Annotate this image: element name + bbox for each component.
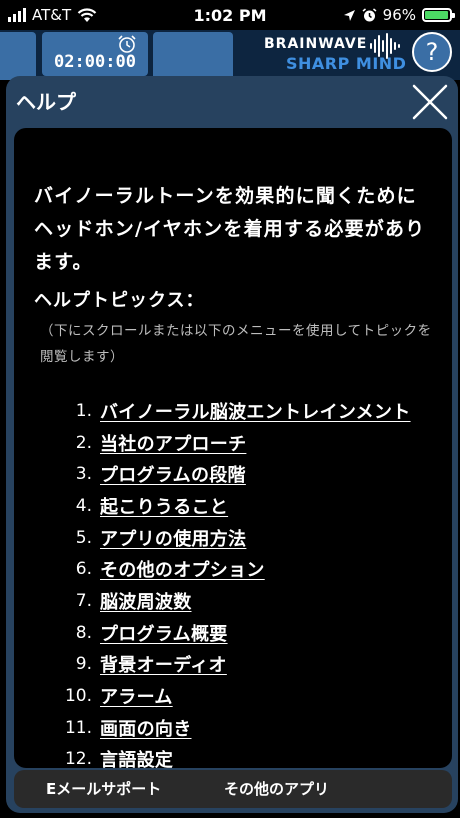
topic-number: 5. (75, 527, 92, 548)
topic-item: 1. バイノーラル脳波エントレインメント (54, 395, 411, 427)
timer-text: 02:00:00 (54, 52, 136, 72)
topic-link[interactable]: 起こりうること (100, 493, 228, 519)
topic-number: 9. (75, 654, 92, 675)
topic-link[interactable]: 画面の向き (100, 715, 192, 741)
topic-link[interactable]: プログラムの段階 (100, 461, 246, 487)
topic-link[interactable]: その他のオプション (100, 556, 265, 582)
topic-number: 7. (75, 590, 92, 611)
modal-title: ヘルプ (16, 90, 76, 114)
battery-icon (422, 8, 455, 22)
topic-number: 1. (75, 400, 92, 421)
alarm-icon (118, 35, 136, 53)
header-middle-tab[interactable] (153, 32, 233, 80)
location-icon (343, 9, 355, 21)
email-support-button[interactable]: Eメールサポート (46, 778, 161, 799)
topic-item: 10. アラーム (54, 680, 411, 712)
topic-item: 5. アプリの使用方法 (54, 522, 411, 554)
help-modal: ヘルプ バイノーラルトーンを効果的に聞くためにヘッドホン/イヤホンを着用する必要… (6, 76, 458, 813)
topic-link[interactable]: アラーム (100, 683, 173, 709)
topic-item: 6. その他のオプション (54, 553, 411, 585)
topic-item: 7. 脳波周波数 (54, 585, 411, 617)
topic-link[interactable]: バイノーラル脳波エントレインメント (100, 398, 411, 424)
status-right: 96% (343, 6, 455, 24)
topic-list: 1. バイノーラル脳波エントレインメント 2. 当社のアプローチ 3. プログラムの段… (54, 395, 411, 768)
help-button[interactable]: ? (412, 32, 452, 72)
close-icon[interactable] (410, 82, 450, 122)
app-header: 02:00:00 BRAINWAVE SHARP MIND ? (0, 30, 460, 80)
topic-item: 8. プログラム概要 (54, 617, 411, 649)
status-bar: AT&T 1:02 PM 96% (0, 0, 460, 32)
topic-item: 2. 当社のアプローチ (54, 427, 411, 459)
other-apps-button[interactable]: その他のアプリ (224, 778, 329, 799)
topic-link[interactable]: 当社のアプローチ (100, 430, 246, 456)
topics-subtitle: （下にスクロールまたは以下のメニューを使用してトピックを閲覧します） (40, 323, 432, 365)
topic-item: 11. 画面の向き (54, 712, 411, 744)
timer-button[interactable]: 02:00:00 (42, 32, 148, 76)
modal-footer: Eメールサポート その他のアプリ (14, 770, 452, 808)
brand-name: BRAINWAVE (264, 36, 368, 52)
topic-link[interactable]: 脳波周波数 (100, 588, 192, 614)
topic-item: 3. プログラムの段階 (54, 458, 411, 490)
topic-number: 10. (64, 686, 92, 707)
brand-subtitle: SHARP MIND (286, 54, 407, 73)
topic-number: 8. (75, 622, 92, 643)
topic-number: 3. (75, 464, 92, 485)
topic-number: 4. (75, 495, 92, 516)
topic-number: 12. (64, 749, 92, 768)
topic-number: 11. (64, 717, 92, 738)
topic-link[interactable]: 言語設定 (100, 746, 173, 768)
topic-number: 6. (75, 559, 92, 580)
header-left-tab[interactable] (0, 32, 36, 80)
topic-item: 9. 背景オーディオ (54, 649, 411, 681)
help-content[interactable]: バイノーラルトーンを効果的に聞くためにヘッドホン/イヤホンを着用する必要がありま… (14, 128, 452, 768)
topic-item: 4. 起こりうること (54, 490, 411, 522)
topic-link[interactable]: アプリの使用方法 (100, 525, 246, 551)
topic-link[interactable]: プログラム概要 (100, 620, 228, 646)
topic-number: 2. (75, 432, 92, 453)
topic-item: 12. 言語設定 (54, 744, 411, 768)
alarm-clock-icon (362, 7, 377, 21)
topics-heading: ヘルプトピックス： (34, 290, 205, 311)
battery-percent: 96% (382, 6, 416, 24)
intro-text: バイノーラルトーンを効果的に聞くためにヘッドホン/イヤホンを着用する必要がありま… (34, 185, 426, 273)
topic-link[interactable]: 背景オーディオ (100, 651, 227, 677)
